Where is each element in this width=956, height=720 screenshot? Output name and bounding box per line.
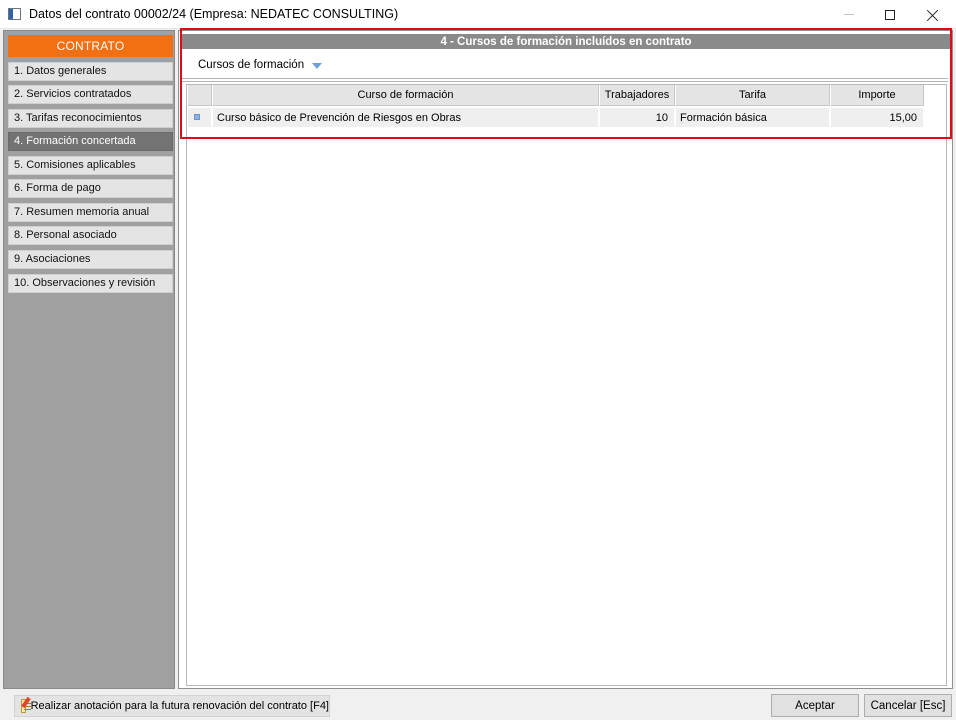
sidebar-item-comisiones-aplicables[interactable]: 5. Comisiones aplicables bbox=[8, 156, 173, 175]
main-panel: 4 - Cursos de formación incluídos en con… bbox=[178, 30, 953, 689]
maximize-button[interactable] bbox=[867, 0, 913, 29]
sidebar-item-forma-de-pago[interactable]: 6. Forma de pago bbox=[8, 179, 173, 198]
sidebar-item-servicios-contratados[interactable]: 2. Servicios contratados bbox=[8, 85, 173, 104]
column-header-tarifa[interactable]: Tarifa bbox=[676, 85, 830, 106]
sidebar-item-asociaciones[interactable]: 9. Asociaciones bbox=[8, 250, 173, 269]
sidebar-item-resumen-memoria-anual[interactable]: 7. Resumen memoria anual bbox=[8, 203, 173, 222]
table-cell-tarifa[interactable]: Formación básica bbox=[676, 108, 830, 127]
row-indicator-icon bbox=[194, 114, 200, 120]
column-header-curso[interactable]: Curso de formación bbox=[213, 85, 599, 106]
caret-down-icon bbox=[312, 62, 323, 69]
column-header-importe[interactable]: Importe bbox=[831, 85, 924, 106]
minimize-icon bbox=[844, 14, 854, 15]
courses-table: Curso de formación Trabajadores Tarifa I… bbox=[186, 84, 947, 686]
sidebar: CONTRATO 1. Datos generales 2. Servicios… bbox=[3, 30, 175, 689]
table-cell-curso[interactable]: Curso básico de Prevención de Riesgos en… bbox=[213, 108, 599, 127]
row-selector[interactable] bbox=[188, 108, 212, 127]
table-cell-importe[interactable]: 15,00 bbox=[831, 108, 924, 127]
column-header-trabajadores[interactable]: Trabajadores bbox=[600, 85, 675, 106]
section-title: 4 - Cursos de formación incluídos en con… bbox=[182, 34, 950, 49]
accept-button[interactable]: Aceptar bbox=[771, 694, 859, 717]
renewal-note-button[interactable]: Realizar anotación para la futura renova… bbox=[14, 695, 330, 717]
app-window-icon bbox=[8, 8, 21, 20]
cancel-button[interactable]: Cancelar [Esc] bbox=[864, 694, 952, 717]
table-cell-trabajadores[interactable]: 10 bbox=[600, 108, 675, 127]
subsection-label: Cursos de formación bbox=[198, 59, 305, 71]
sidebar-item-observaciones-revision[interactable]: 10. Observaciones y revisión bbox=[8, 274, 173, 293]
renewal-note-label: Realizar anotación para la futura renova… bbox=[30, 700, 329, 712]
sidebar-item-personal-asociado[interactable]: 8. Personal asociado bbox=[8, 226, 173, 245]
window-title: Datos del contrato 00002/24 (Empresa: NE… bbox=[29, 7, 399, 21]
bottom-bar: Realizar anotación para la futura renova… bbox=[0, 690, 956, 720]
minimize-button[interactable] bbox=[826, 0, 872, 29]
sidebar-item-formacion-concertada[interactable]: 4. Formación concertada bbox=[8, 132, 173, 151]
note-pencil-icon bbox=[21, 699, 31, 713]
title-bar: Datos del contrato 00002/24 (Empresa: NE… bbox=[0, 0, 956, 29]
sidebar-item-tarifas-reconocimientos[interactable]: 3. Tarifas reconocimientos bbox=[8, 109, 173, 128]
maximize-icon bbox=[885, 9, 895, 20]
subsection-dropdown[interactable]: Cursos de formación bbox=[198, 59, 323, 71]
row-selector-header bbox=[188, 85, 212, 106]
sidebar-item-datos-generales[interactable]: 1. Datos generales bbox=[8, 62, 173, 81]
divider bbox=[182, 78, 948, 79]
divider bbox=[182, 81, 948, 82]
close-button[interactable] bbox=[910, 0, 956, 29]
sidebar-header: CONTRATO bbox=[8, 35, 173, 57]
close-icon bbox=[927, 9, 939, 21]
